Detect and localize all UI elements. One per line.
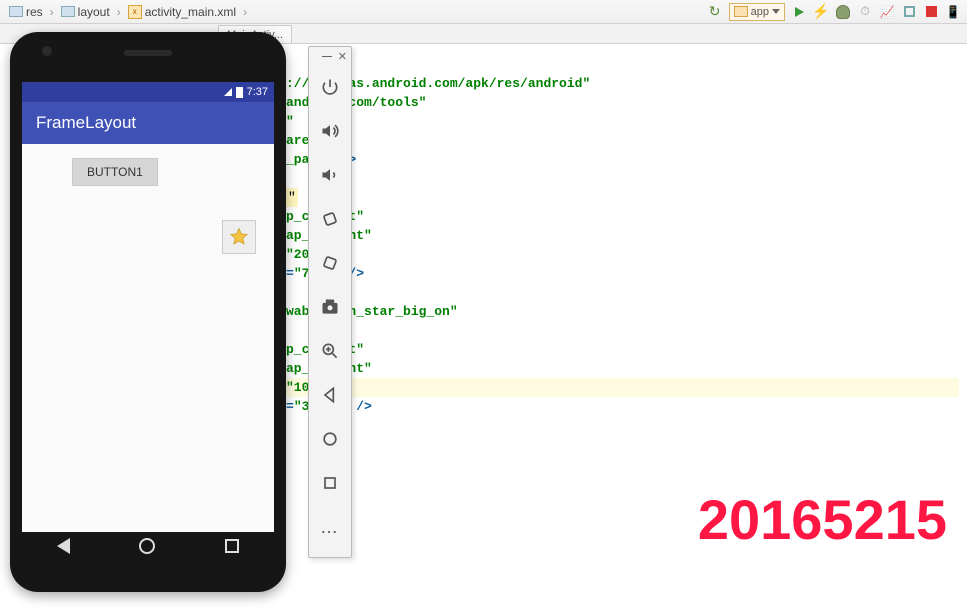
minimize-icon[interactable] bbox=[322, 56, 332, 57]
avd-button[interactable]: 📱 bbox=[945, 4, 961, 20]
profiler-button[interactable]: 📈 bbox=[879, 4, 895, 20]
android-status-bar: 7:37 bbox=[22, 82, 274, 102]
battery-icon bbox=[236, 87, 243, 98]
camera-dot-icon bbox=[42, 46, 52, 56]
star-image-button[interactable] bbox=[222, 220, 256, 254]
signal-icon bbox=[224, 88, 232, 96]
more-icon: … bbox=[320, 517, 340, 538]
volume-down-icon bbox=[320, 165, 340, 185]
volume-up-icon bbox=[320, 121, 340, 141]
play-icon bbox=[795, 7, 804, 17]
sync-icon[interactable]: ↻ bbox=[707, 4, 723, 20]
back-icon bbox=[320, 385, 340, 405]
app-content: BUTTON1 bbox=[22, 144, 274, 532]
chevron-down-icon bbox=[772, 9, 780, 14]
folder-icon bbox=[61, 6, 75, 17]
profile-button[interactable]: ⏱ bbox=[857, 4, 873, 20]
folder-icon bbox=[9, 6, 23, 17]
phone-bezel-top bbox=[10, 32, 286, 82]
overview-icon bbox=[320, 473, 340, 493]
attach-button[interactable] bbox=[901, 4, 917, 20]
rotate-left-button[interactable] bbox=[312, 201, 348, 237]
speaker-icon bbox=[124, 50, 172, 56]
home-button[interactable] bbox=[312, 421, 348, 457]
camera-icon bbox=[320, 297, 340, 317]
rotate-right-icon bbox=[320, 253, 340, 273]
button1[interactable]: BUTTON1 bbox=[72, 158, 158, 186]
watermark-text: 20165215 bbox=[698, 487, 947, 552]
close-icon[interactable]: ✕ bbox=[338, 50, 347, 63]
main-toolbar: res › layout › x activity_main.xml › ↻ a… bbox=[0, 0, 967, 24]
zoom-button[interactable] bbox=[312, 333, 348, 369]
breadcrumb-label: activity_main.xml bbox=[145, 5, 236, 19]
nav-back-icon[interactable] bbox=[57, 538, 70, 554]
breadcrumb-res[interactable]: res bbox=[6, 4, 46, 20]
chevron-right-icon: › bbox=[243, 5, 247, 19]
volume-up-button[interactable] bbox=[312, 113, 348, 149]
run-configuration-label: app bbox=[751, 6, 769, 18]
emulator-control-bar: ✕ … bbox=[308, 46, 352, 558]
emulator-device-frame: 7:37 FrameLayout BUTTON1 bbox=[10, 32, 286, 592]
chevron-right-icon: › bbox=[117, 5, 121, 19]
zoom-in-icon bbox=[320, 341, 340, 361]
breadcrumb-label: layout bbox=[78, 5, 110, 19]
debug-button[interactable] bbox=[835, 4, 851, 20]
button1-label: BUTTON1 bbox=[87, 165, 143, 179]
square-icon bbox=[904, 6, 915, 17]
nav-home-icon[interactable] bbox=[139, 538, 155, 554]
stop-button[interactable] bbox=[923, 4, 939, 20]
status-clock: 7:37 bbox=[247, 86, 268, 98]
android-nav-bar bbox=[22, 528, 274, 564]
rotate-right-button[interactable] bbox=[312, 245, 348, 281]
screenshot-button[interactable] bbox=[312, 289, 348, 325]
breadcrumb-label: res bbox=[26, 5, 43, 19]
back-button[interactable] bbox=[312, 377, 348, 413]
emulator-screen[interactable]: 7:37 FrameLayout BUTTON1 bbox=[22, 82, 274, 532]
breadcrumb: res › layout › x activity_main.xml › bbox=[6, 4, 247, 20]
module-icon bbox=[734, 6, 748, 17]
toolbar-right: ↻ app ⚡ ⏱ 📈 📱 bbox=[707, 3, 961, 21]
star-icon bbox=[229, 227, 249, 247]
stop-icon bbox=[926, 6, 937, 17]
volume-down-button[interactable] bbox=[312, 157, 348, 193]
breadcrumb-layout[interactable]: layout bbox=[58, 4, 113, 20]
home-circle-icon bbox=[320, 429, 340, 449]
emulator-control-titlebar: ✕ bbox=[309, 47, 351, 65]
run-button[interactable] bbox=[791, 4, 807, 20]
power-button[interactable] bbox=[312, 69, 348, 105]
power-icon bbox=[320, 77, 340, 97]
xml-file-icon: x bbox=[128, 5, 142, 19]
app-title: FrameLayout bbox=[36, 113, 136, 133]
overview-button[interactable] bbox=[312, 465, 348, 501]
run-configuration-select[interactable]: app bbox=[729, 3, 785, 21]
chevron-right-icon: › bbox=[50, 5, 54, 19]
bug-icon bbox=[836, 5, 850, 19]
breadcrumb-file[interactable]: x activity_main.xml bbox=[125, 4, 239, 20]
apply-changes-button[interactable]: ⚡ bbox=[813, 4, 829, 20]
android-app-bar: FrameLayout bbox=[22, 102, 274, 144]
more-options-button[interactable]: … bbox=[312, 509, 348, 545]
bolt-icon: ⚡ bbox=[812, 3, 829, 20]
code-text: ://schemas.android.com/apk/res/android" … bbox=[286, 74, 959, 416]
rotate-left-icon bbox=[320, 209, 340, 229]
nav-overview-icon[interactable] bbox=[225, 539, 239, 553]
